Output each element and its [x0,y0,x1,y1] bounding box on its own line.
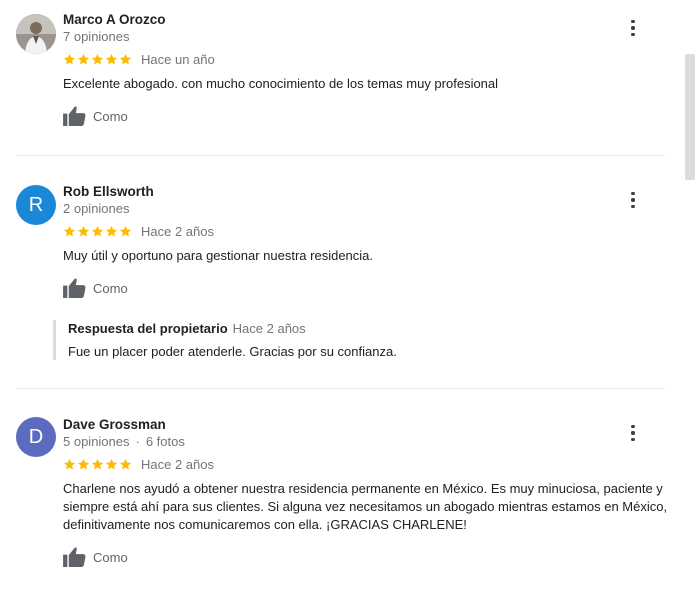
star-icon [63,225,76,236]
review-text: Muy útil y oportuno para gestionar nuest… [63,248,374,263]
review-text: Charlene nos ayudó a obtener nuestra res… [63,481,668,532]
review-count: 7 opiniones [63,29,130,44]
reviewer-meta: 7 opiniones [63,29,130,44]
reviews-page: Marco A Orozco 7 opiniones Hace un año E… [0,0,696,594]
reviewer-name[interactable]: Dave Grossman [63,417,166,432]
like-button[interactable]: Como [63,547,128,567]
owner-response-date: Hace 2 años [232,321,306,336]
reviewer-avatar[interactable] [16,14,56,54]
more-options-icon[interactable] [624,423,642,443]
review-count: 2 opiniones [63,201,130,216]
like-label: Como [93,280,128,296]
review-date: Hace un año [141,51,215,67]
review-date: Hace 2 años [141,223,214,239]
owner-response-label: Respuesta del propietario [68,321,228,336]
star-icon [77,225,90,236]
reviewer-avatar[interactable]: D [16,417,56,457]
owner-response-header: Respuesta del propietario Hace 2 años [68,320,653,338]
star-icon [91,53,104,64]
like-button[interactable]: Como [63,278,128,298]
reviewer-name[interactable]: Rob Ellsworth [63,184,154,199]
rating-row: Hace un año [63,51,215,67]
star-icon [63,458,76,469]
divider [16,155,665,156]
star-icon [77,53,90,64]
star-icon [91,458,104,469]
star-rating [63,53,132,66]
star-icon [105,458,118,469]
like-label: Como [93,549,128,565]
thumbs-up-icon [63,547,86,567]
star-icon [119,53,132,64]
avatar-initial: R [28,193,44,216]
more-options-icon[interactable] [624,18,642,38]
photo-count: 6 fotos [145,434,185,449]
more-options-icon[interactable] [624,190,642,210]
owner-response-text: Fue un placer poder atenderle. Gracias p… [68,344,397,359]
reviewer-avatar[interactable]: R [16,185,56,225]
avatar-initial: D [28,425,44,448]
star-icon [63,53,76,64]
star-icon [77,458,90,469]
review-text: Excelente abogado. con mucho conocimient… [63,76,499,91]
review-date: Hace 2 años [141,456,214,472]
owner-response: Respuesta del propietario Hace 2 años Fue… [53,320,653,360]
thumbs-up-icon [63,106,86,126]
review-count: 5 opiniones [63,434,130,449]
like-label: Como [93,108,128,124]
reviewer-meta: 2 opiniones [63,201,130,216]
star-icon [105,53,118,64]
thumbs-up-icon [63,278,86,298]
meta-separator: · [135,434,140,449]
reviewer-name[interactable]: Marco A Orozco [63,12,166,27]
star-icon [91,225,104,236]
star-rating [63,225,132,238]
rating-row: Hace 2 años [63,223,214,239]
reviewer-meta: 5 opiniones · 6 fotos [63,434,185,449]
divider [16,388,665,389]
star-icon [119,225,132,236]
star-rating [63,458,132,471]
star-icon [105,225,118,236]
reviewer-photo-icon [16,14,56,54]
rating-row: Hace 2 años [63,456,214,472]
like-button[interactable]: Como [63,106,128,126]
star-icon [119,458,132,469]
scrollbar-thumb[interactable] [685,54,695,180]
